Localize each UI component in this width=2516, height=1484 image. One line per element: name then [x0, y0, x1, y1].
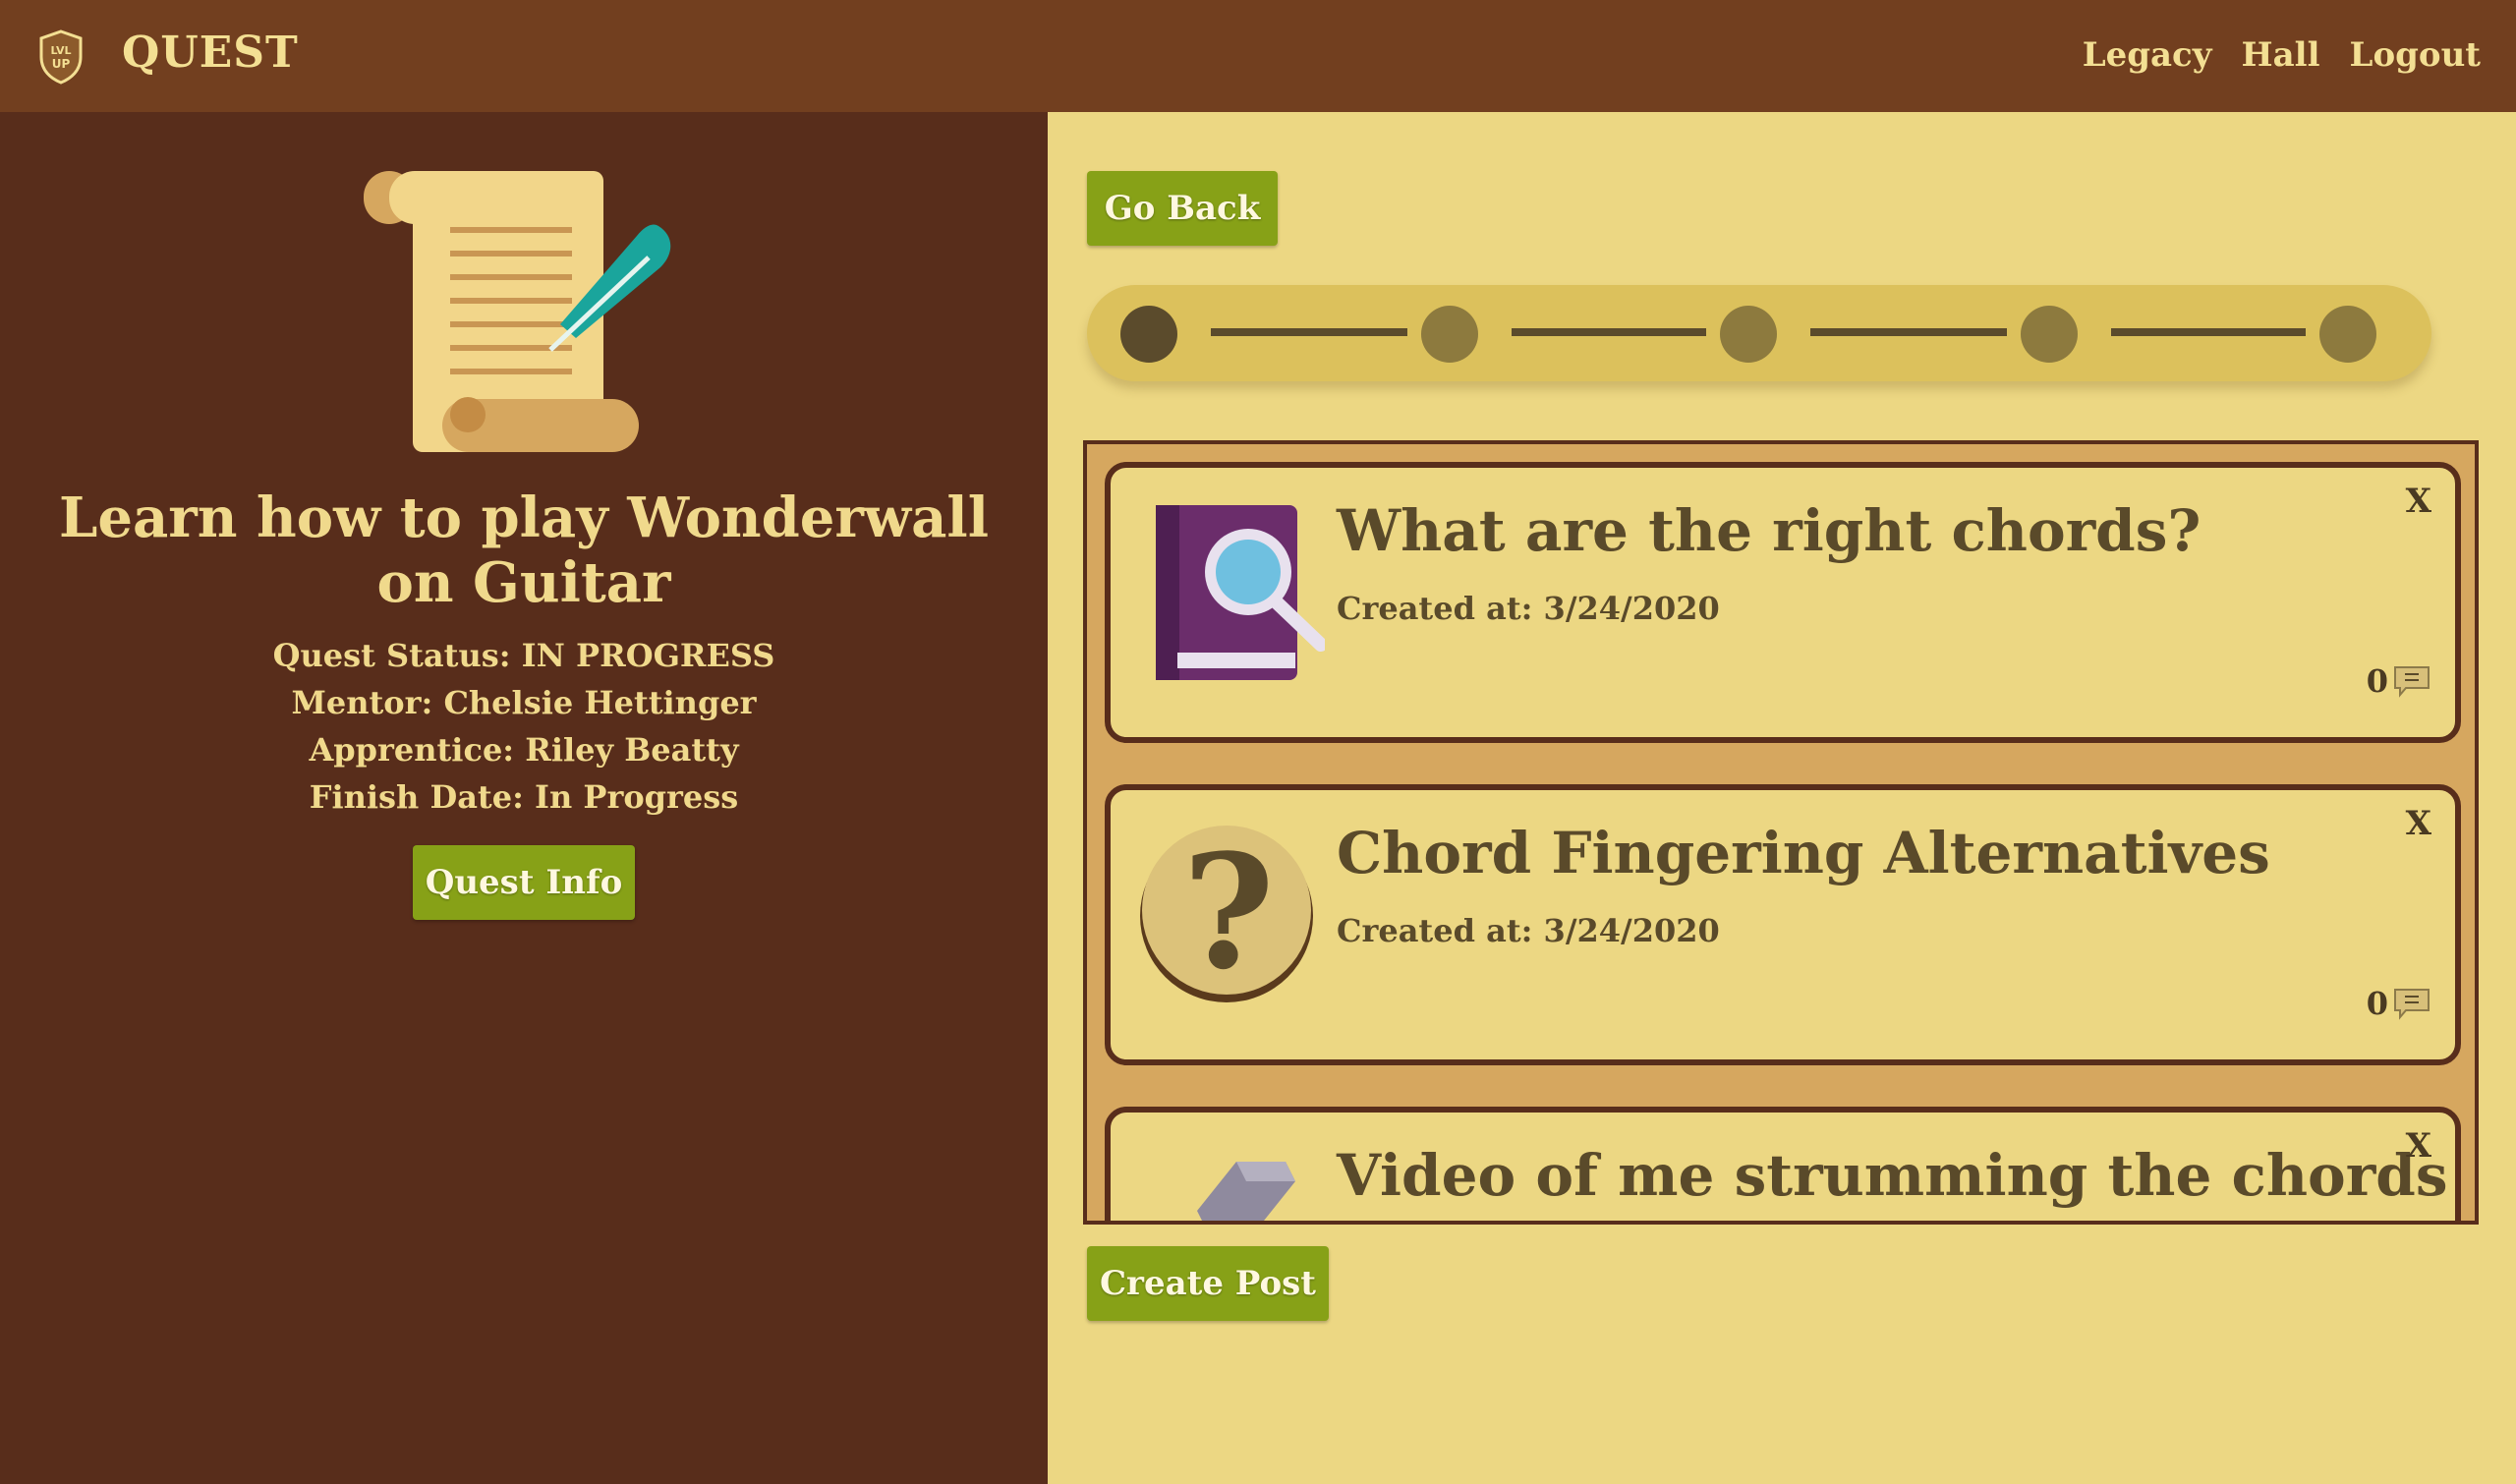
quest-progress-track: [1087, 285, 2431, 381]
post-card[interactable]: ? Chord Fingering Alternatives Created a…: [1105, 784, 2461, 1065]
posts-list[interactable]: What are the right chords? Created at: 3…: [1083, 440, 2479, 1225]
lvl-up-shield-logo[interactable]: LVL UP: [37, 29, 85, 85]
progress-step-5: [2319, 306, 2376, 363]
svg-text:UP: UP: [52, 57, 71, 71]
delete-post-button[interactable]: X: [2406, 804, 2431, 843]
post-card[interactable]: What are the right chords? Created at: 3…: [1105, 462, 2461, 743]
svg-text:?: ?: [1182, 820, 1275, 1004]
brand-title: QUEST: [122, 28, 299, 78]
top-nav-bar: LVL UP QUEST Legacy Hall Logout: [0, 0, 2516, 112]
quest-summary-panel: Learn how to play Wonderwall on Guitar Q…: [0, 112, 1048, 1484]
progress-step-1: [1120, 306, 1177, 363]
question-mark-icon: ?: [1140, 820, 1313, 1004]
progress-step-2: [1421, 306, 1478, 363]
progress-connector: [1810, 328, 2007, 336]
delete-post-button[interactable]: X: [2406, 1126, 2431, 1166]
nav-hall[interactable]: Hall: [2242, 35, 2320, 75]
post-card[interactable]: Video of me strumming the chords X: [1105, 1107, 2461, 1221]
comment-count: 0: [2366, 662, 2388, 700]
comment-bubble-icon[interactable]: [2392, 664, 2431, 698]
delete-post-button[interactable]: X: [2406, 482, 2431, 521]
main-nav: Legacy Hall Logout: [2083, 35, 2481, 75]
create-post-button[interactable]: Create Post: [1087, 1246, 1329, 1321]
post-title[interactable]: What are the right chords?: [1337, 497, 2201, 564]
quest-apprentice: Apprentice: Riley Beatty: [309, 731, 739, 769]
progress-connector: [1512, 328, 1706, 336]
comment-count: 0: [2366, 985, 2388, 1022]
quest-mentor: Mentor: Chelsie Hettinger: [291, 684, 757, 721]
comment-bubble-icon[interactable]: [2392, 987, 2431, 1020]
post-title[interactable]: Chord Fingering Alternatives: [1337, 820, 2270, 886]
quest-title: Learn how to play Wonderwall on Guitar: [59, 485, 989, 615]
go-back-button[interactable]: Go Back: [1087, 171, 1278, 246]
scroll-quill-icon: [364, 171, 671, 452]
svg-text:LVL: LVL: [50, 44, 71, 57]
quest-status: Quest Status: IN PROGRESS: [272, 637, 775, 674]
progress-connector: [2111, 328, 2306, 336]
progress-step-3: [1720, 306, 1777, 363]
quest-finish-date: Finish Date: In Progress: [309, 778, 739, 816]
nav-legacy[interactable]: Legacy: [2083, 35, 2212, 75]
progress-connector: [1211, 328, 1407, 336]
progress-step-4: [2021, 306, 2078, 363]
quest-info-button[interactable]: Quest Info: [413, 845, 635, 920]
post-title[interactable]: Video of me strumming the chords: [1337, 1142, 2448, 1209]
book-magnifier-icon: [1156, 505, 1325, 680]
nav-logout[interactable]: Logout: [2350, 35, 2481, 75]
post-created-date: Created at: 3/24/2020: [1337, 590, 1720, 627]
post-created-date: Created at: 3/24/2020: [1337, 912, 1720, 949]
pencil-icon: [1197, 1162, 1295, 1221]
